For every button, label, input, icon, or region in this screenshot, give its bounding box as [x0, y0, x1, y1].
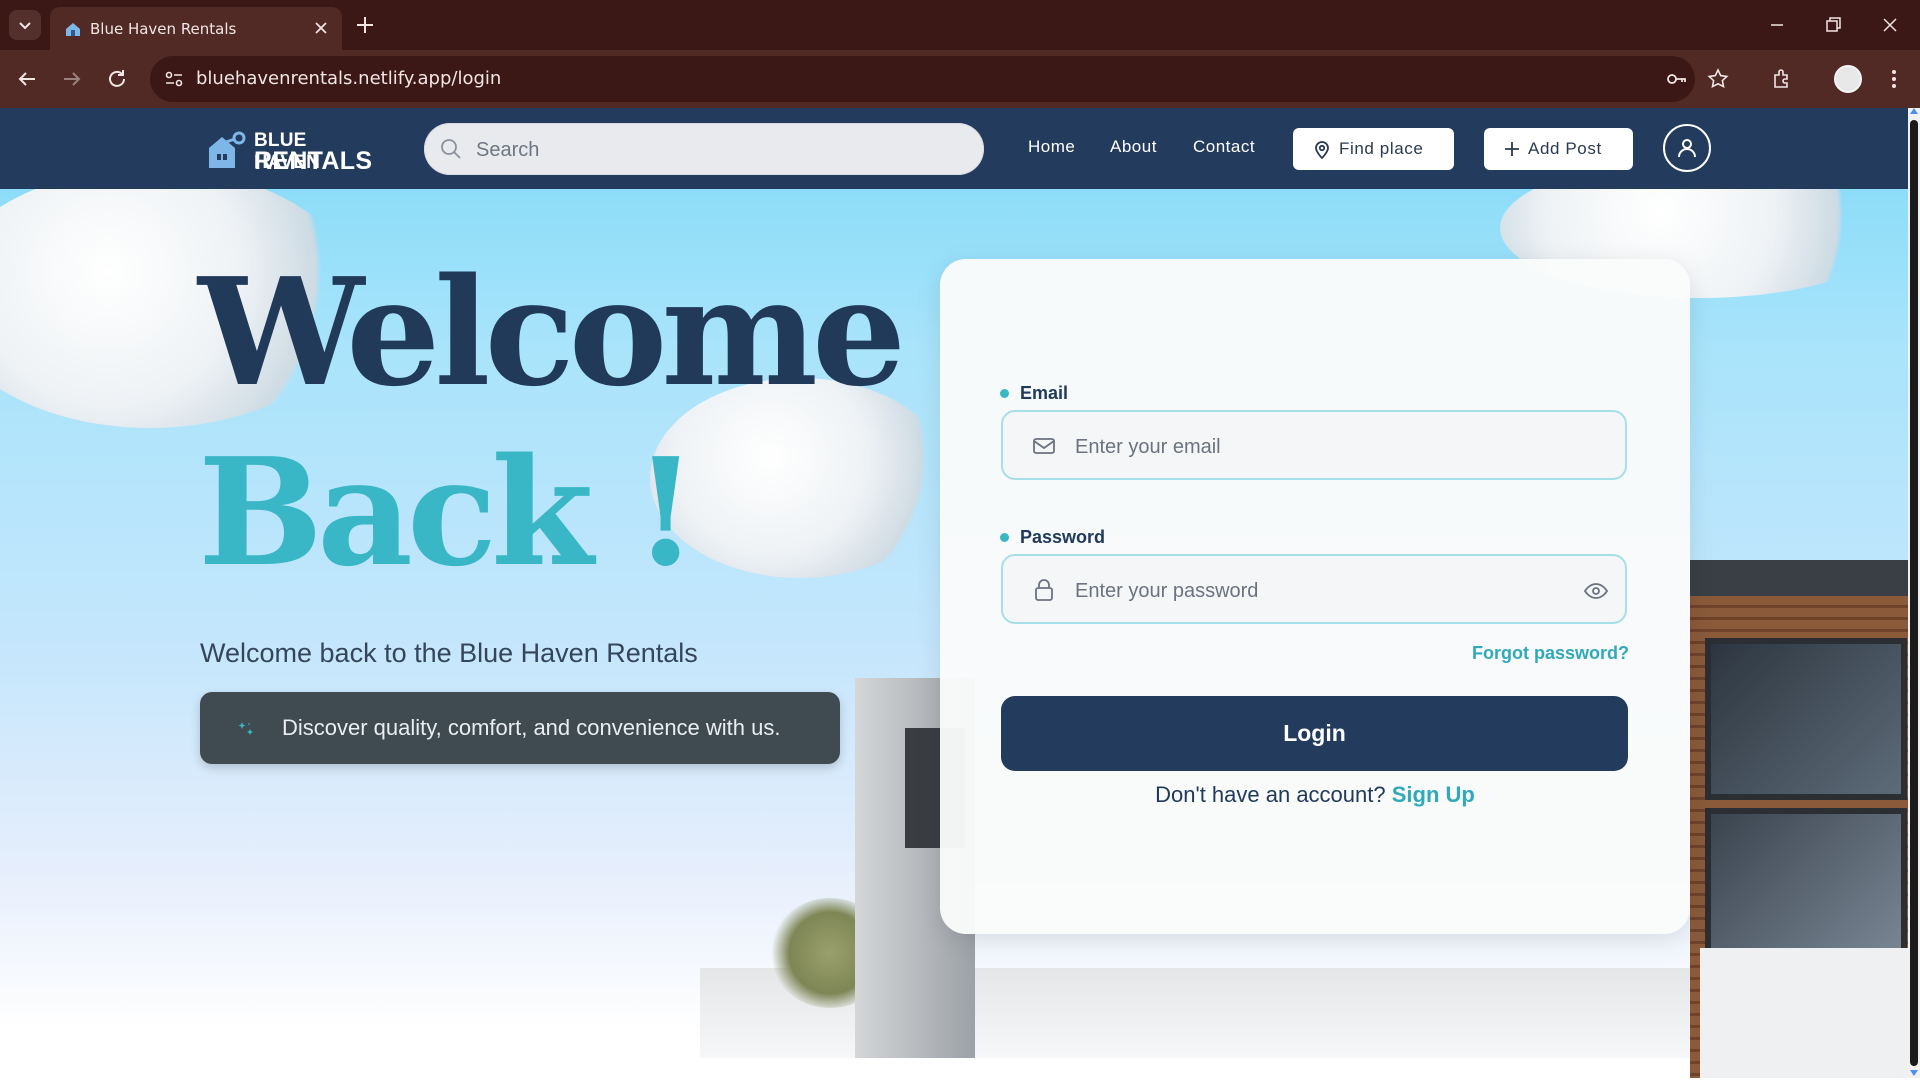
plus-icon: [1505, 142, 1519, 156]
site-logo[interactable]: BLUE HAVEN RENTALS: [206, 128, 372, 175]
password-input[interactable]: [1073, 574, 1557, 608]
hero-title-line2: Back !: [198, 425, 698, 599]
search-icon: [441, 139, 461, 159]
nav-link-about[interactable]: About: [1110, 137, 1157, 157]
email-field[interactable]: [1001, 410, 1627, 480]
bookmark-star-icon[interactable]: [1706, 67, 1730, 91]
email-input[interactable]: [1073, 430, 1557, 464]
browser-toolbar: bluehavenrentals.netlify.app/login: [0, 50, 1920, 108]
close-icon[interactable]: [312, 19, 330, 37]
address-bar[interactable]: bluehavenrentals.netlify.app/login: [150, 56, 1729, 102]
signup-prompt: Don't have an account? Sign Up: [940, 782, 1690, 808]
lock-icon: [1035, 579, 1053, 601]
minimize-icon[interactable]: [1765, 13, 1789, 37]
chevron-down-icon: [19, 22, 31, 30]
login-button[interactable]: Login: [1001, 696, 1628, 771]
site-info-icon[interactable]: [162, 67, 186, 91]
restore-icon[interactable]: [1821, 13, 1845, 37]
password-field[interactable]: [1001, 554, 1627, 624]
no-account-text: Don't have an account?: [1155, 782, 1386, 807]
forward-icon[interactable]: [60, 67, 84, 91]
sparkle-icon: [238, 722, 253, 735]
new-tab-icon[interactable]: [354, 14, 376, 36]
map-pin-icon: [1315, 141, 1329, 159]
scroll-down-arrow[interactable]: [1910, 1070, 1918, 1076]
forgot-password-link[interactable]: Forgot password?: [1472, 643, 1629, 664]
password-key-icon[interactable]: [1664, 67, 1688, 91]
browser-tab[interactable]: Blue Haven Rentals: [50, 7, 342, 50]
logo-text-line2: RENTALS: [254, 147, 373, 175]
find-place-label: Find place: [1339, 139, 1424, 158]
url-text[interactable]: bluehavenrentals.netlify.app/login: [196, 68, 501, 89]
menu-dots-icon[interactable]: [1882, 67, 1906, 91]
signup-link[interactable]: Sign Up: [1392, 782, 1475, 807]
password-label: Password: [1000, 527, 1105, 548]
search-input[interactable]: [474, 135, 958, 165]
tab-title: Blue Haven Rentals: [90, 20, 237, 38]
add-post-label: Add Post: [1528, 139, 1602, 158]
required-dot: [1000, 533, 1009, 542]
page-viewport: BLUE HAVEN RENTALS Home About Contact Fi…: [0, 108, 1908, 1078]
user-account-button[interactable]: [1663, 124, 1711, 172]
required-dot: [1000, 389, 1009, 398]
find-place-button[interactable]: Find place: [1293, 128, 1454, 170]
add-post-button[interactable]: Add Post: [1484, 128, 1633, 170]
hero-tagline: Discover quality, comfort, and convenien…: [200, 692, 840, 764]
nav-link-home[interactable]: Home: [1028, 137, 1075, 157]
email-label: Email: [1000, 383, 1068, 404]
hero-subtitle: Welcome back to the Blue Haven Rentals: [200, 638, 698, 668]
browser-tab-bar: Blue Haven Rentals: [0, 0, 1920, 50]
site-navbar: BLUE HAVEN RENTALS Home About Contact Fi…: [0, 108, 1908, 189]
search-bar[interactable]: [424, 123, 984, 175]
back-icon[interactable]: [15, 67, 39, 91]
reload-icon[interactable]: [105, 67, 129, 91]
hero-title-line1: Welcome: [198, 245, 906, 419]
scroll-thumb[interactable]: [1910, 120, 1918, 1066]
eye-icon[interactable]: [1583, 578, 1609, 604]
extensions-icon[interactable]: [1770, 67, 1794, 91]
hero-tagline-text: Discover quality, comfort, and convenien…: [282, 715, 781, 740]
house-key-logo-icon: [209, 131, 246, 168]
mail-icon: [1033, 438, 1055, 454]
house-favicon-icon: [66, 23, 80, 36]
page-scrollbar[interactable]: [1908, 108, 1920, 1078]
user-icon: [1678, 139, 1696, 158]
profile-avatar[interactable]: [1834, 65, 1862, 93]
scroll-up-arrow[interactable]: [1910, 108, 1918, 114]
login-card: Email Password Forgot password? Login Do…: [940, 259, 1690, 934]
nav-link-contact[interactable]: Contact: [1193, 137, 1255, 157]
tab-search-button[interactable]: [9, 10, 41, 40]
window-close-icon[interactable]: [1878, 13, 1902, 37]
